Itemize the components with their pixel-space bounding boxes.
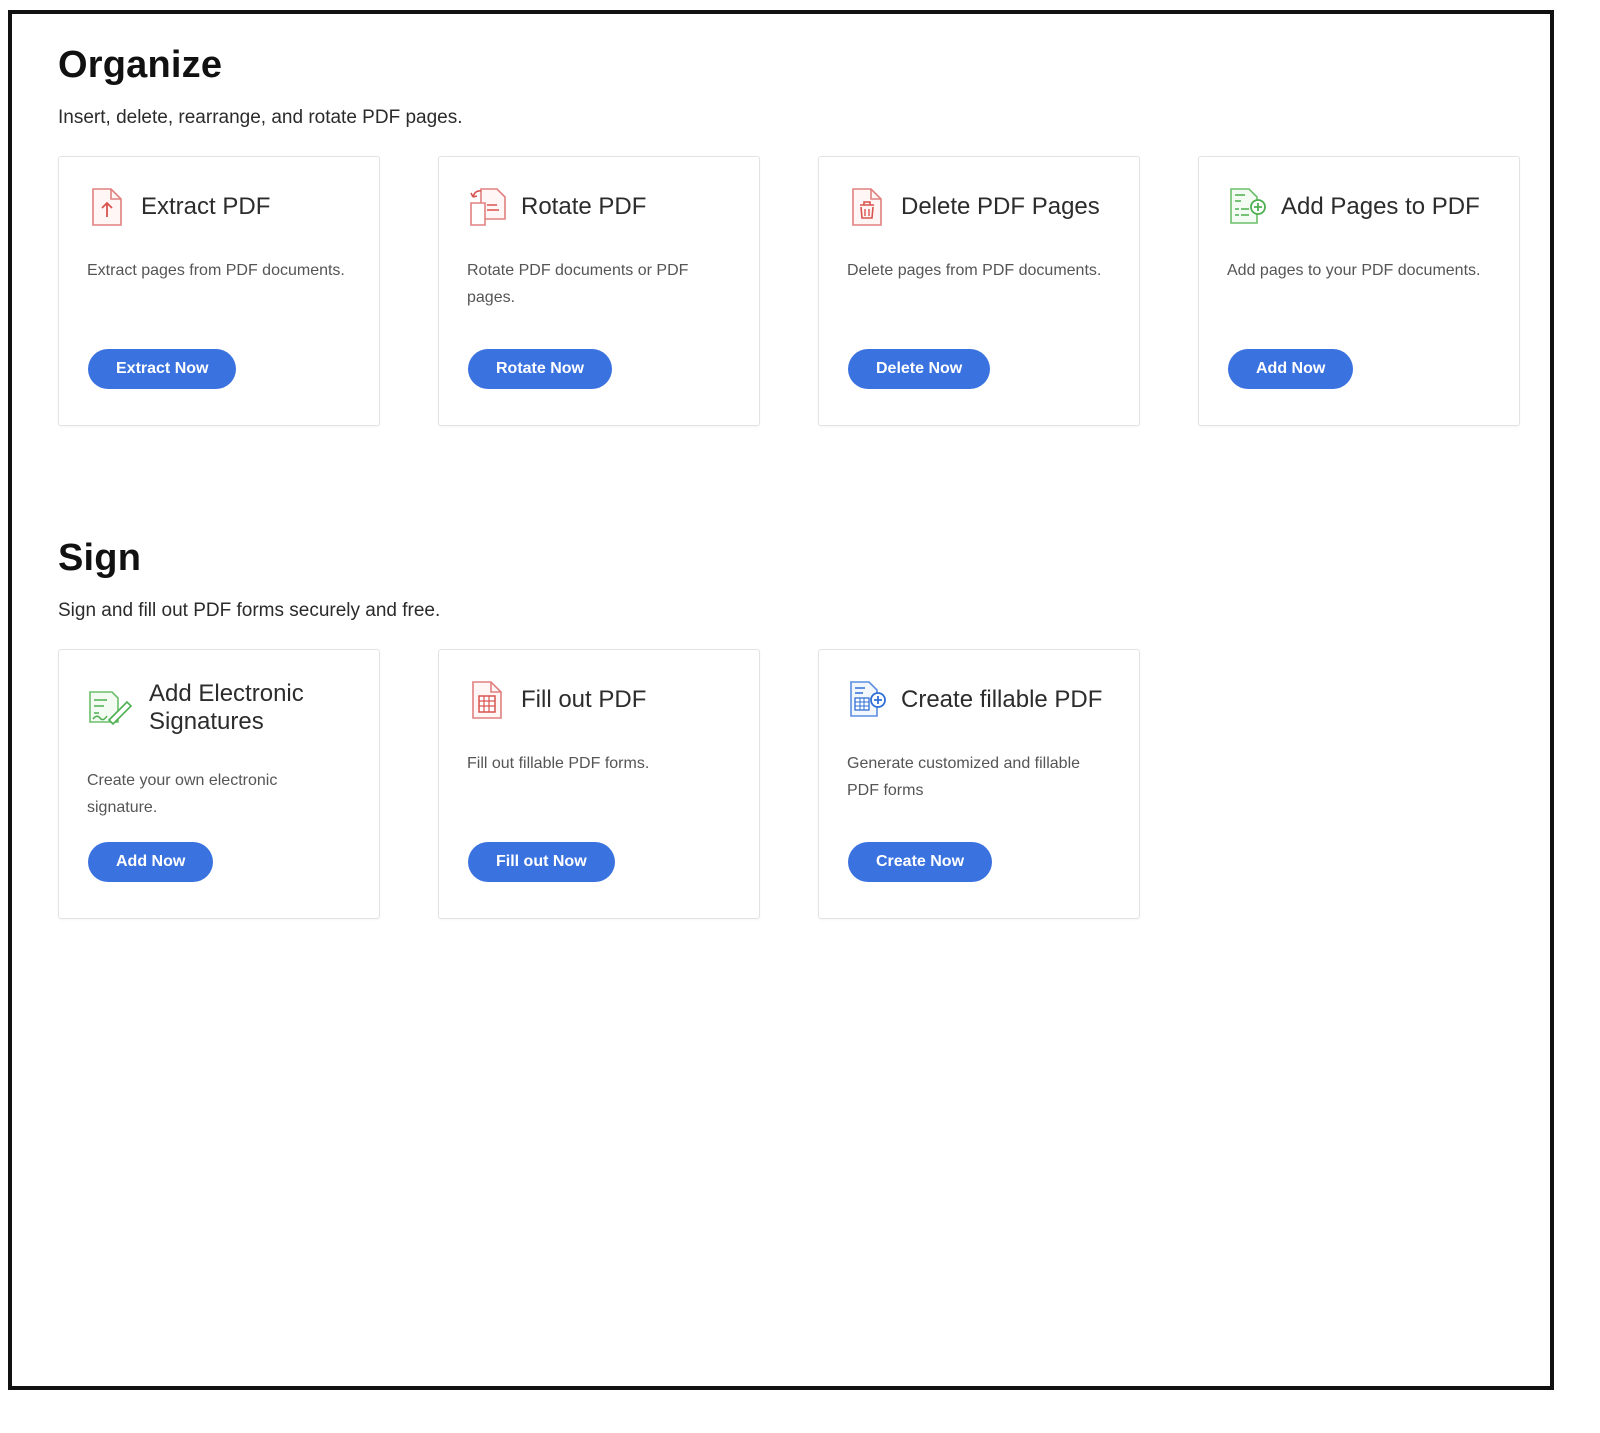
fill-form-icon — [467, 678, 507, 722]
card-title: Fill out PDF — [521, 686, 647, 713]
delete-now-button[interactable]: Delete Now — [848, 349, 991, 389]
card-title: Create fillable PDF — [901, 686, 1103, 713]
card-description: Add pages to your PDF documents. — [1227, 262, 1481, 279]
extract-pdf-card: Extract PDF Extract pages from PDF docum… — [58, 156, 380, 426]
create-fillable-pdf-card: Create fillable PDF Generate customized … — [818, 649, 1140, 919]
card-title: Add Electronic Signatures — [149, 680, 304, 735]
card-description: Rotate PDF documents or PDF pages. — [467, 262, 689, 306]
fill-out-now-button[interactable]: Fill out Now — [468, 842, 615, 882]
card-header: Fill out PDF — [467, 678, 646, 722]
sign-section: Sign Sign and fill out PDF forms securel… — [58, 537, 440, 622]
rotate-now-button[interactable]: Rotate Now — [468, 349, 612, 389]
card-header: Create fillable PDF — [847, 678, 1102, 722]
extract-pdf-icon — [87, 185, 127, 229]
card-title: Add Pages to PDF — [1281, 193, 1480, 220]
card-description: Fill out fillable PDF forms. — [467, 755, 650, 772]
organize-description: Insert, delete, rearrange, and rotate PD… — [58, 107, 463, 128]
sign-description: Sign and fill out PDF forms securely and… — [58, 600, 441, 621]
add-pages-icon — [1227, 185, 1267, 229]
signature-icon — [87, 686, 135, 730]
card-title: Delete PDF Pages — [901, 193, 1100, 220]
extract-now-button[interactable]: Extract Now — [88, 349, 237, 389]
sign-title: Sign — [58, 537, 142, 579]
rotate-pdf-card: Rotate PDF Rotate PDF documents or PDF p… — [438, 156, 760, 426]
add-signature-now-button[interactable]: Add Now — [88, 842, 214, 882]
card-description: Delete pages from PDF documents. — [847, 262, 1102, 279]
organize-title: Organize — [58, 44, 223, 86]
create-now-button[interactable]: Create Now — [848, 842, 993, 882]
page-frame: Organize Insert, delete, rearrange, and … — [8, 10, 1554, 1390]
fill-out-pdf-card: Fill out PDF Fill out fillable PDF forms… — [438, 649, 760, 919]
add-now-button[interactable]: Add Now — [1228, 349, 1354, 389]
card-header: Delete PDF Pages — [847, 185, 1100, 229]
card-header: Rotate PDF — [467, 185, 646, 229]
card-title: Extract PDF — [141, 193, 271, 220]
card-description: Create your own electronic signature. — [87, 772, 278, 816]
add-pages-card: Add Pages to PDF Add pages to your PDF d… — [1198, 156, 1520, 426]
card-title: Rotate PDF — [521, 193, 647, 220]
card-header: Extract PDF — [87, 185, 270, 229]
rotate-pdf-icon — [467, 185, 507, 229]
delete-pdf-pages-card: Delete PDF Pages Delete pages from PDF d… — [818, 156, 1140, 426]
organize-section: Organize Insert, delete, rearrange, and … — [58, 44, 463, 129]
card-description: Generate customized and fillable PDF for… — [847, 755, 1081, 799]
card-header: Add Electronic Signatures — [87, 680, 329, 736]
card-description: Extract pages from PDF documents. — [87, 262, 345, 279]
card-header: Add Pages to PDF — [1227, 185, 1480, 229]
electronic-signatures-card: Add Electronic Signatures Create your ow… — [58, 649, 380, 919]
create-form-icon — [847, 678, 887, 722]
delete-pdf-icon — [847, 185, 887, 229]
